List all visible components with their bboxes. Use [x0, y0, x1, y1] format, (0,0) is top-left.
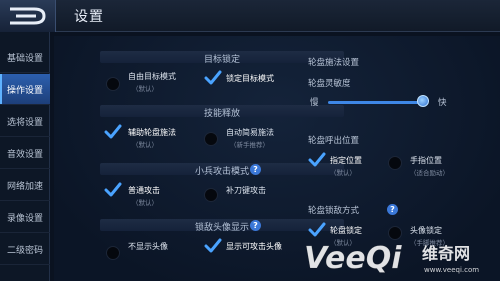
fixed-position-label: 指定位置 — [330, 156, 362, 165]
show-avatar-check-icon[interactable] — [204, 238, 222, 254]
slider-slow-label: 慢 — [310, 98, 319, 108]
sidebar-item-replay[interactable]: 录像设置 — [0, 202, 50, 233]
skill-cast-title: 技能释放 — [203, 109, 240, 119]
watermark-url: www.veeqi.com — [424, 266, 479, 274]
last-hit-label: 补刀键攻击 — [226, 186, 266, 195]
slider-fast-label: 快 — [438, 98, 447, 108]
minion-attack-help-icon[interactable]: ? — [250, 164, 261, 175]
watermark-text: VeeQi — [304, 241, 402, 276]
wheel-cast-title: 轮盘施法设置 — [308, 58, 360, 68]
sidebar: 基础设置 操作设置 选将设置 音效设置 网络加速 录像设置 二级密码 — [0, 32, 50, 281]
show-avatar-label: 显示可攻击头像 — [226, 242, 282, 251]
free-target-label: 自由目标模式 — [128, 72, 176, 81]
top-bar: 设置 — [0, 0, 500, 32]
assist-wheel-label: 辅助轮盘施法 — [128, 128, 176, 137]
finger-position-radio[interactable] — [388, 156, 402, 170]
no-avatar-radio[interactable] — [106, 246, 120, 260]
wheel-lock-label: 轮盘锁定 — [330, 226, 362, 235]
normal-attack-label: 普通攻击 — [128, 186, 160, 195]
assist-wheel-check-icon[interactable] — [104, 124, 122, 140]
free-target-radio[interactable] — [106, 77, 120, 91]
finger-position-label: 手指位置 — [410, 156, 442, 165]
sensitivity-slider-track[interactable] — [328, 101, 428, 104]
page-title: 设置 — [74, 9, 104, 25]
wheel-lock-title: 轮盘锁敌方式 — [308, 206, 360, 216]
last-hit-radio[interactable] — [204, 188, 218, 202]
veeqi-watermark-logo: VeeQi 维奇网 www.veeqi.com — [304, 241, 479, 277]
sidebar-item-network[interactable]: 网络加速 — [0, 170, 50, 201]
wheel-position-title: 轮盘呼出位置 — [308, 136, 360, 146]
sidebar-item-basic[interactable]: 基础设置 — [0, 42, 50, 73]
avatar-lock-label: 头像锁定 — [410, 226, 442, 235]
no-avatar-label: 不显示头像 — [128, 242, 168, 251]
fixed-position-sub: （默认） — [330, 169, 356, 177]
normal-attack-check-icon[interactable] — [104, 182, 122, 198]
auto-simple-label: 自动简易施法 — [226, 128, 274, 137]
back-button[interactable] — [0, 0, 56, 32]
sidebar-item-sound[interactable]: 音效设置 — [0, 138, 50, 169]
lock-target-label: 锁定目标模式 — [226, 74, 274, 83]
sensitivity-label: 轮盘灵敏度 — [308, 79, 351, 89]
assist-wheel-sub: （默认） — [132, 141, 158, 149]
lock-target-check-icon[interactable] — [204, 70, 222, 86]
fixed-position-check-icon[interactable] — [308, 152, 326, 168]
enemy-avatar-help-icon[interactable]: ? — [250, 220, 261, 231]
wheel-lock-help-icon[interactable]: ? — [387, 204, 398, 215]
wheel-lock-check-icon[interactable] — [308, 222, 326, 238]
sensitivity-slider-knob[interactable] — [417, 95, 429, 107]
sidebar-item-operation[interactable]: 操作设置 — [0, 74, 50, 105]
finger-position-sub: （适合励动） — [410, 169, 449, 177]
sidebar-item-password[interactable]: 二级密码 — [0, 234, 50, 265]
back-arrow-icon — [9, 7, 46, 25]
sidebar-item-hero-select[interactable]: 选将设置 — [0, 106, 50, 137]
watermark-sub: 维奇网 — [422, 244, 470, 263]
auto-simple-radio[interactable] — [204, 132, 218, 146]
auto-simple-sub: （新手推荐） — [230, 141, 269, 149]
normal-attack-sub: （默认） — [132, 199, 158, 207]
free-target-sub: （默认） — [132, 85, 158, 93]
